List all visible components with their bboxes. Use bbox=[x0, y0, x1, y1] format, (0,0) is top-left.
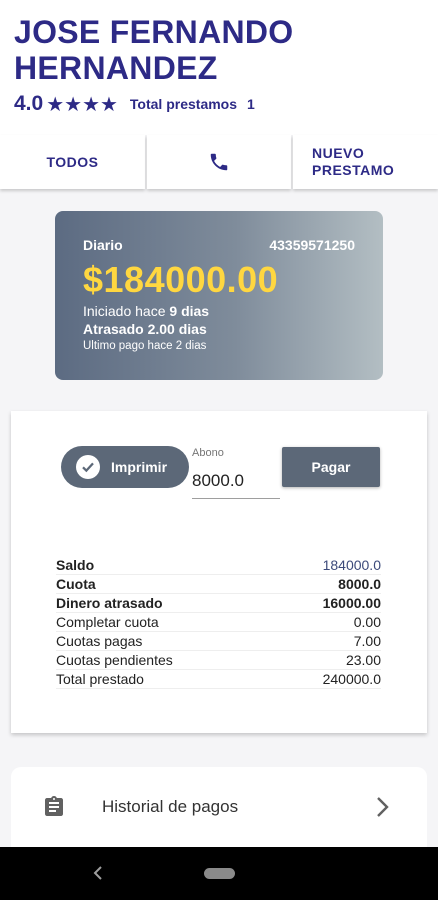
summary-value: 0.00 bbox=[353, 614, 381, 630]
summary-row-cuota: Cuota 8000.0 bbox=[56, 575, 381, 594]
action-tabs: TODOS NUEVO PRESTAMO bbox=[0, 135, 438, 189]
summary-value: 240000.0 bbox=[322, 671, 381, 687]
tab-all[interactable]: TODOS bbox=[0, 135, 145, 189]
loan-started-days: 9 dias bbox=[169, 303, 210, 319]
summary-label: Saldo bbox=[56, 557, 95, 573]
summary-row-saldo: Saldo 184000.0 bbox=[56, 556, 381, 575]
new-loan-button[interactable]: NUEVO PRESTAMO bbox=[293, 135, 438, 189]
summary-value: 184000.0 bbox=[322, 557, 381, 573]
client-header: JOSE FERNANDO HERNANDEZ 4.0 ★★★★ Total p… bbox=[0, 0, 438, 135]
payment-panel: Imprimir Abono Pagar Saldo 184000.0 Cuot… bbox=[11, 411, 427, 733]
summary-row-dinero-atrasado: Dinero atrasado 16000.00 bbox=[56, 594, 381, 613]
summary-label: Dinero atrasado bbox=[56, 595, 163, 611]
call-button[interactable] bbox=[147, 135, 291, 189]
summary-row-cuotas-pagas: Cuotas pagas 7.00 bbox=[56, 632, 381, 651]
total-loans-count: 1 bbox=[247, 96, 255, 112]
summary-label: Total prestado bbox=[56, 671, 144, 687]
summary-value: 23.00 bbox=[345, 652, 381, 668]
loan-started-prefix: Iniciado hace bbox=[83, 303, 166, 319]
back-icon[interactable] bbox=[91, 865, 105, 881]
rating-value: 4.0 bbox=[14, 92, 44, 115]
abono-input[interactable] bbox=[192, 463, 280, 499]
client-name: JOSE FERNANDO HERNANDEZ bbox=[14, 14, 294, 86]
new-loan-label-line2: PRESTAMO bbox=[312, 162, 395, 178]
summary-value: 7.00 bbox=[353, 633, 381, 649]
history-label: Historial de pagos bbox=[102, 797, 239, 816]
print-label: Imprimir bbox=[111, 459, 168, 475]
summary-label: Cuotas pendientes bbox=[56, 652, 173, 668]
loan-summary-table: Saldo 184000.0 Cuota 8000.0 Dinero atras… bbox=[56, 556, 381, 689]
system-navigation-bar bbox=[0, 847, 438, 900]
chevron-right-icon bbox=[377, 797, 389, 817]
summary-row-total-prestado: Total prestado 240000.0 bbox=[56, 670, 381, 689]
star-rating-icon: ★★★★ bbox=[46, 93, 118, 116]
home-pill-icon[interactable] bbox=[204, 868, 235, 879]
loan-amount: $184000.00 bbox=[83, 259, 279, 300]
loan-number: 43359571250 bbox=[269, 237, 355, 253]
summary-label: Completar cuota bbox=[56, 614, 159, 630]
loan-started: Iniciado hace 9 dias bbox=[83, 303, 355, 319]
loan-card[interactable]: Diario 43359571250 $184000.00 Iniciado h… bbox=[55, 211, 383, 380]
abono-label: Abono bbox=[192, 447, 224, 459]
summary-value: 8000.0 bbox=[338, 576, 381, 592]
rating-row: 4.0 ★★★★ Total prestamos 1 bbox=[14, 90, 424, 118]
summary-value: 16000.00 bbox=[322, 595, 381, 611]
phone-icon bbox=[210, 153, 228, 171]
clipboard-icon bbox=[45, 796, 63, 816]
loan-overdue-text: Atrasado 2.00 dias bbox=[83, 321, 207, 337]
summary-row-completar-cuota: Completar cuota 0.00 bbox=[56, 613, 381, 632]
check-icon bbox=[76, 455, 100, 479]
summary-label: Cuotas pagas bbox=[56, 633, 143, 649]
loan-overdue: Atrasado 2.00 dias bbox=[83, 321, 355, 337]
loan-frequency: Diario bbox=[83, 237, 123, 253]
payment-history-button[interactable]: Historial de pagos bbox=[11, 767, 427, 847]
summary-label: Cuota bbox=[56, 576, 96, 592]
last-payment: Ultimo pago hace 2 dias bbox=[83, 340, 207, 352]
pay-button[interactable]: Pagar bbox=[282, 447, 380, 487]
new-loan-label-line1: NUEVO bbox=[312, 145, 365, 161]
print-toggle[interactable]: Imprimir bbox=[61, 446, 189, 488]
total-loans-label: Total prestamos bbox=[129, 96, 238, 112]
summary-row-cuotas-pendientes: Cuotas pendientes 23.00 bbox=[56, 651, 381, 670]
loan-card-header: Diario 43359571250 bbox=[83, 237, 355, 253]
